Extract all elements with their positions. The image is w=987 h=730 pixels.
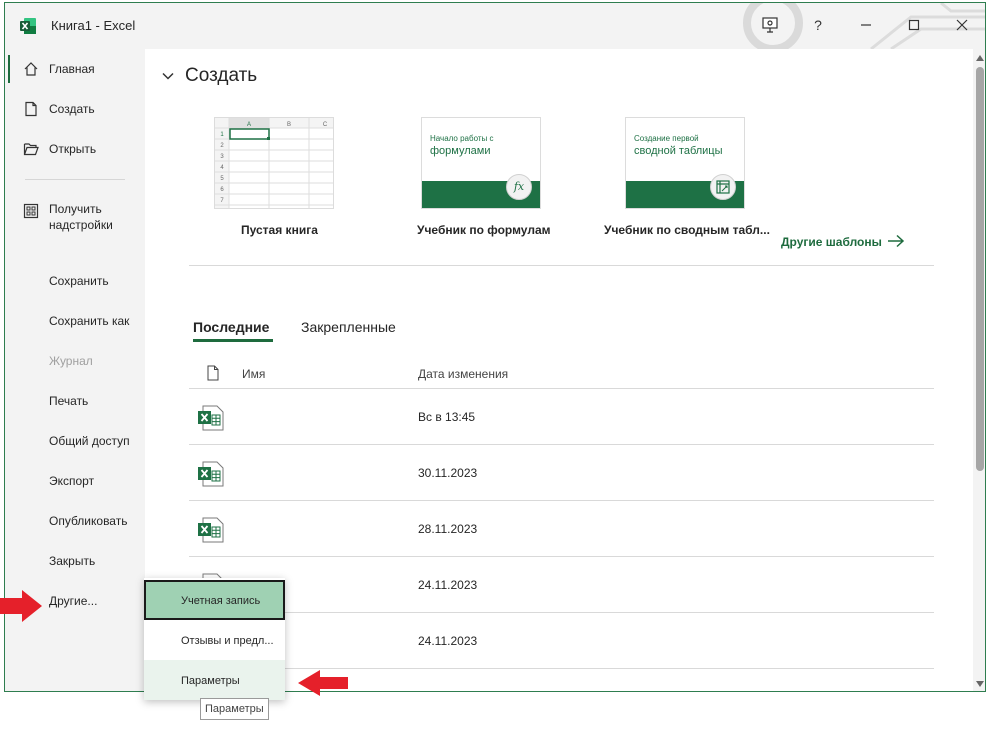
sidebar-item-save-as[interactable]: Сохранить как — [5, 301, 145, 341]
table-row[interactable]: 24.11.2023 — [189, 557, 934, 613]
table-row[interactable]: 24.11.2023 — [189, 613, 934, 669]
tab-recent[interactable]: Последние — [193, 319, 269, 335]
row-date: 24.11.2023 — [418, 578, 478, 592]
pivot-table-glyph — [716, 180, 730, 194]
close-window-button[interactable] — [950, 13, 974, 37]
sidebar-item-label: Создать — [49, 102, 95, 116]
title-bar: Книга1 - Excel ? — [5, 3, 985, 49]
sidebar-item-close[interactable]: Закрыть — [5, 541, 145, 581]
scrollbar-thumb[interactable] — [976, 67, 984, 471]
document-icon — [207, 365, 219, 381]
vertical-scrollbar[interactable] — [973, 49, 985, 691]
row-date: 30.11.2023 — [418, 466, 478, 480]
template-thumbnail: Создание первой сводной таблицы — [625, 117, 745, 209]
sidebar-item-label: Главная — [49, 62, 95, 76]
sidebar-item-share[interactable]: Общий доступ — [5, 421, 145, 461]
function-fx-icon: fx — [506, 174, 532, 200]
present-icon — [762, 17, 778, 33]
popup-item-label: Параметры — [181, 675, 240, 687]
template-label: Пустая книга — [241, 223, 318, 237]
minimize-icon — [861, 24, 871, 26]
more-options-popup: Учетная запись Отзывы и предл... Парамет… — [144, 578, 285, 700]
red-arrow-more-icon — [0, 590, 42, 622]
excel-file-icon — [198, 517, 224, 543]
minimize-button[interactable] — [854, 13, 878, 37]
sidebar-item-home[interactable]: Главная — [5, 49, 145, 89]
sidebar-item-history: Журнал — [5, 341, 145, 381]
row-date: Вс в 13:45 — [418, 410, 476, 424]
thumbnail-subtitle: Создание первой — [634, 134, 699, 143]
template-label: Учебник по сводным табл... — [604, 223, 770, 237]
other-templates-link[interactable]: Другие шаблоны — [781, 235, 882, 249]
sidebar-item-label: Сохранить как — [49, 314, 130, 328]
grid-col-label: B — [287, 122, 291, 128]
template-label: Учебник по формулам — [417, 223, 551, 237]
tab-pinned[interactable]: Закрепленные — [301, 319, 396, 335]
sidebar-item-new[interactable]: Создать — [5, 89, 145, 129]
folder-open-icon — [23, 143, 39, 156]
sidebar-item-label: Открыть — [49, 142, 97, 156]
sidebar-item-open[interactable]: Открыть — [5, 129, 145, 169]
close-icon — [956, 19, 968, 31]
sidebar-item-print[interactable]: Печать — [5, 381, 145, 421]
template-thumbnail: Начало работы с формулами fx — [421, 117, 541, 209]
grid-col-label: C — [323, 122, 328, 128]
active-tab-indicator — [193, 339, 273, 342]
table-row[interactable]: Вс в 13:45 — [189, 389, 934, 445]
sidebar-item-label: Другие... — [49, 594, 98, 608]
sidebar-item-export[interactable]: Экспорт — [5, 461, 145, 501]
arrow-right-icon[interactable] — [887, 234, 905, 248]
sidebar-item-get-addins[interactable]: Получить надстройки — [5, 191, 145, 239]
sidebar-item-label: Закрыть — [49, 554, 96, 568]
popup-item-feedback[interactable]: Отзывы и предл... — [144, 620, 285, 660]
maximize-icon — [908, 19, 920, 31]
sidebar-item-publish[interactable]: Опубликовать — [5, 501, 145, 541]
column-header-date[interactable]: Дата изменения — [418, 367, 508, 381]
thumbnail-title: формулами — [430, 145, 491, 157]
popup-item-options[interactable]: Параметры — [144, 660, 285, 700]
sidebar-item-label: Опубликовать — [49, 514, 128, 528]
sidebar-item-save[interactable]: Сохранить — [5, 261, 145, 301]
sidebar-item-label: Сохранить — [49, 274, 109, 288]
popup-item-account[interactable]: Учетная запись — [144, 580, 285, 620]
sidebar-item-label: Экспорт — [49, 474, 95, 488]
row-date: 28.11.2023 — [418, 522, 478, 536]
scroll-up-arrow-icon[interactable] — [976, 55, 984, 61]
addins-grid-icon — [23, 203, 39, 219]
excel-logo-icon — [20, 18, 36, 34]
table-row[interactable]: 28.11.2023 — [189, 501, 934, 557]
table-row[interactable]: 30.11.2023 — [189, 445, 934, 501]
coauthoring-button[interactable] — [758, 13, 782, 37]
section-title-create: Создать — [185, 65, 258, 86]
section-divider — [189, 265, 934, 266]
home-icon — [24, 62, 38, 76]
sidebar-item-label: Общий доступ — [49, 434, 130, 448]
excel-file-icon — [198, 461, 224, 487]
row-date: 24.11.2023 — [418, 634, 478, 648]
thumbnail-subtitle: Начало работы с — [430, 134, 494, 143]
thumbnail-title: сводной таблицы — [634, 145, 723, 157]
window-title: Книга1 - Excel — [51, 18, 136, 33]
sidebar-item-label: Журнал — [49, 354, 93, 368]
grid-col-label: A — [247, 122, 251, 128]
spreadsheet-grid-thumbnail: A B C 1 2 3 4 5 6 7 — [215, 118, 333, 208]
sidebar-item-label: Печать — [49, 394, 89, 408]
sidebar-item-label: Получить надстройки — [49, 202, 113, 232]
new-document-icon — [25, 101, 37, 117]
red-arrow-options-icon — [298, 670, 348, 696]
pivot-table-icon — [710, 174, 736, 200]
excel-file-icon — [198, 405, 224, 431]
chevron-down-icon[interactable] — [161, 69, 175, 83]
scroll-down-arrow-icon[interactable] — [976, 681, 984, 687]
popup-item-label: Отзывы и предл... — [181, 635, 274, 647]
template-thumbnail: A B C 1 2 3 4 5 6 7 — [214, 117, 334, 209]
tooltip: Параметры — [200, 698, 269, 720]
popup-item-label: Учетная запись — [181, 595, 261, 607]
maximize-button[interactable] — [902, 13, 926, 37]
help-button[interactable]: ? — [806, 13, 830, 37]
column-header-name[interactable]: Имя — [242, 367, 265, 381]
sidebar-divider — [25, 179, 125, 180]
